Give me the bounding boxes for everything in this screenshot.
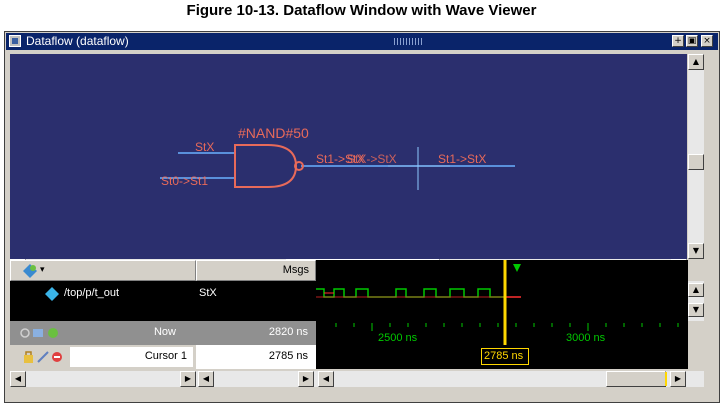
now-value: 2820 ns (268, 326, 308, 338)
cursor-pane[interactable]: 2785 ns (316, 345, 688, 369)
dropdown-icon[interactable]: ▾ (40, 264, 45, 275)
now-label: Now (153, 326, 176, 338)
vertical-scroll-thumb[interactable] (688, 154, 704, 170)
value-scroll-left[interactable]: ◀ (198, 371, 214, 387)
gate-label: #NAND#50 (238, 125, 309, 141)
close-button[interactable]: × (701, 35, 713, 47)
timeline-pane[interactable]: 2500 ns 3000 ns (316, 321, 688, 345)
now-name-cell: Now (10, 321, 196, 345)
overlap-label: StX->StX (347, 152, 397, 166)
wave-vertical-scrollbar[interactable]: ▲ ▼ (688, 281, 704, 321)
dataflow-vertical-scrollbar[interactable]: ▲ ▼ (688, 54, 704, 259)
nand-gate-body (234, 144, 298, 188)
input-b-label: St0->St1 (161, 174, 208, 188)
wave-scroll-up[interactable]: ▲ (688, 283, 704, 297)
far-output-label: St1->StX (438, 152, 486, 166)
scroll-down-button[interactable]: ▼ (688, 243, 704, 259)
restore-button[interactable]: ▣ (686, 35, 698, 47)
value-scroll-right[interactable]: ▶ (298, 371, 314, 387)
signal-add-icon[interactable] (23, 264, 37, 278)
wave-scroll-thumb[interactable] (606, 371, 666, 387)
now-value-cell: 2820 ns (196, 321, 316, 345)
waveform-svg (316, 281, 521, 321)
cursor-header-svg (503, 260, 521, 281)
msgs-header-label: Msgs (282, 264, 309, 276)
signal-name-pane: /top/p/t_out (10, 281, 196, 321)
lower-right-filler (688, 321, 704, 369)
input-a-label: StX (195, 140, 214, 154)
figure-caption: Figure 10-13. Dataflow Window with Wave … (186, 2, 537, 19)
wave-scroll-left[interactable]: ◀ (318, 371, 334, 387)
cursor-name-field[interactable]: Cursor 1 (70, 347, 193, 367)
wave-green-trace (316, 288, 505, 298)
cursor-name-cell: Cursor 1 (10, 345, 196, 369)
window-menu-icon[interactable] (9, 35, 21, 47)
timeline-svg: 2500 ns 3000 ns (335, 321, 679, 345)
cursor-value-cell[interactable]: 2785 ns (196, 345, 316, 369)
cursor-scroll-marker (665, 372, 667, 386)
name-pane-scrollbar[interactable]: ◀ ▶ (10, 371, 196, 387)
name-scroll-right[interactable]: ▶ (180, 371, 196, 387)
timeline-tick-2500: 2500 ns (378, 332, 418, 344)
dataflow-window: Dataflow (dataflow) + ▣ × #NAND#50 StX S… (4, 31, 720, 403)
marker-triangle (513, 264, 521, 272)
window-title: Dataflow (dataflow) (26, 34, 129, 48)
header-filler (688, 260, 704, 281)
wave-header-pane (316, 260, 688, 281)
waveform-pane[interactable] (316, 281, 688, 321)
cursor-label: Cursor 1 (144, 350, 187, 362)
name-scroll-left[interactable]: ◀ (10, 371, 26, 387)
cursor-marker-label: 2785 ns (484, 350, 524, 362)
value-pane-scrollbar[interactable]: ◀ ▶ (196, 371, 316, 387)
scroll-up-button[interactable]: ▲ (688, 54, 704, 70)
title-bar[interactable]: Dataflow (dataflow) + ▣ × (6, 33, 718, 50)
signal-diamond-icon (45, 287, 59, 306)
cursor-value: 2785 ns (268, 350, 308, 362)
dock-button[interactable]: + (672, 35, 684, 47)
zoom-icons[interactable] (20, 326, 60, 345)
dataflow-canvas[interactable]: #NAND#50 StX St0->St1 St1->StX StX->StX … (10, 54, 687, 259)
signal-value-pane: StX (196, 281, 316, 321)
drag-grip-icon[interactable] (394, 38, 422, 45)
schematic: #NAND#50 StX St0->St1 St1->StX StX->StX … (160, 125, 515, 190)
signal-path: /top/p/t_out (64, 287, 120, 299)
signal-row[interactable]: /top/p/t_out (10, 285, 196, 302)
cursor-time-box[interactable]: 2785 ns (481, 348, 529, 365)
signal-value: StX (199, 287, 217, 299)
wave-pane-scrollbar[interactable]: ◀ ▶ (316, 371, 704, 387)
wave-scroll-right[interactable]: ▶ (670, 371, 686, 387)
wave-scroll-down[interactable]: ▼ (688, 303, 704, 317)
cursor-lock-pencil-delete-icons[interactable] (24, 350, 64, 369)
timeline-tick-3000: 3000 ns (566, 332, 606, 344)
wave-toolbar-header: ▾ (10, 260, 196, 281)
msgs-column-header[interactable]: Msgs (196, 260, 316, 281)
